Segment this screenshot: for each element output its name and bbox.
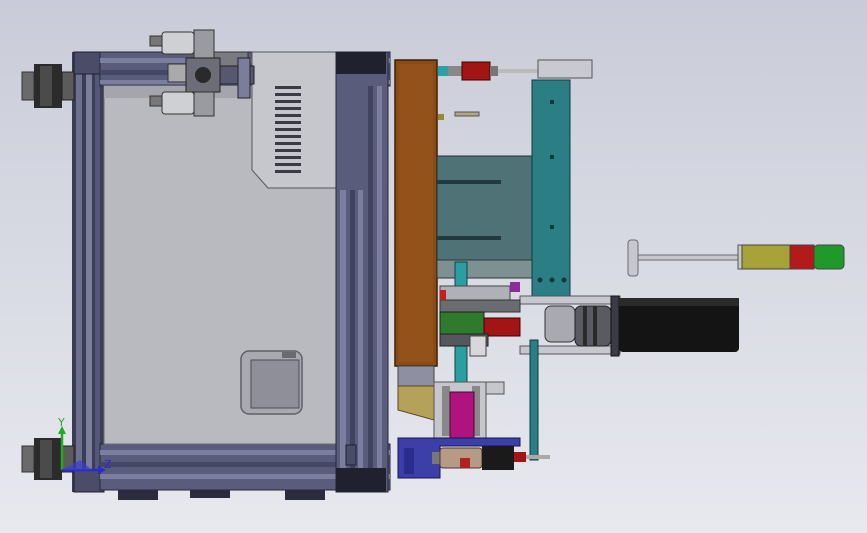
- tower-segment-white: [737, 244, 743, 270]
- left-motor-bottom: [21, 438, 75, 480]
- signal-tower: [627, 239, 845, 277]
- servo-motor-assembly: [519, 295, 739, 357]
- tower-segment-green: [813, 244, 845, 270]
- access-window: [240, 350, 303, 415]
- machine-drawing: Y Z: [21, 29, 845, 500]
- right-frame: [335, 51, 389, 493]
- teal-column: [531, 79, 571, 299]
- gearbox-cluster: [439, 282, 521, 357]
- cad-viewport[interactable]: Y Z: [0, 0, 867, 533]
- tower-segment-yellow: [741, 244, 791, 270]
- wood-plate: [394, 59, 438, 367]
- left-frame: [72, 51, 105, 493]
- left-motor-top: [21, 64, 75, 108]
- axis-z-label: Z: [104, 458, 112, 471]
- slide-housing: [436, 155, 533, 279]
- axis-y-label: Y: [57, 416, 65, 429]
- tower-segment-red: [789, 244, 815, 270]
